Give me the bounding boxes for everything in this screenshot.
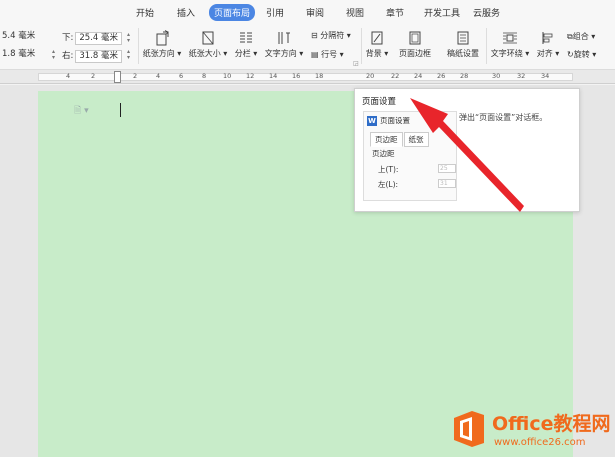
red-arrow-annotation [410, 98, 524, 212]
office-logo-icon [454, 411, 484, 447]
office26-watermark: Office教程网 www.office26.com [452, 408, 614, 456]
watermark-brand: Office教程网 [492, 413, 611, 435]
watermark-url: www.office26.com [494, 437, 586, 448]
wps-writer-window: 开始 插入 页面布局 引用 审阅 视图 章节 开发工具 云服务 5.4 毫米 下… [0, 0, 615, 457]
